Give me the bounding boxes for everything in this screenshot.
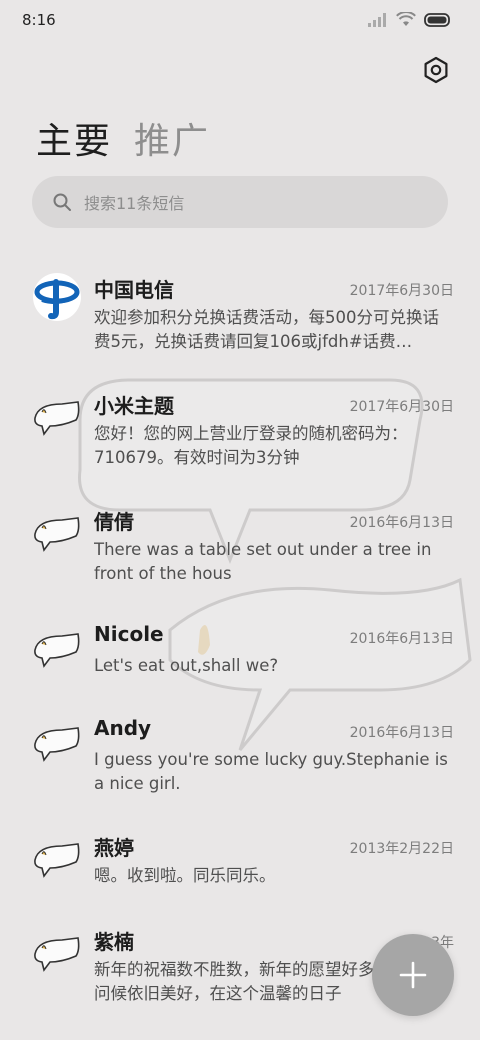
tab-primary[interactable]: 主要: [36, 112, 112, 164]
cartoon-avatar-icon: [34, 517, 80, 552]
message-date: 2017年6月30日: [349, 283, 454, 299]
message-date: 2013年2月22日: [349, 841, 454, 857]
cartoon-avatar-icon: [34, 937, 80, 972]
contact-name: 紫楠: [94, 930, 134, 954]
cartoon-avatar-icon: [34, 633, 80, 668]
battery-icon: [424, 12, 450, 27]
conversation-item[interactable]: 中国电信 2017年6月30日 欢迎参加积分兑换话费活动，每500分可兑换话费5…: [0, 262, 480, 378]
new-message-button[interactable]: [372, 934, 454, 1016]
message-preview: 欢迎参加积分兑换话费活动，每500分可兑换话费5元，兑换话费请回复106或jfd…: [94, 308, 439, 351]
contact-name: 燕婷: [94, 836, 134, 860]
contact-name: Nicole: [94, 622, 164, 646]
cartoon-avatar-icon: [34, 727, 80, 762]
contact-name: Andy: [94, 716, 152, 740]
status-bar: 8:16: [0, 0, 480, 44]
conversation-item[interactable]: Andy 2016年6月13日 I guess you're some luck…: [0, 704, 480, 820]
message-preview: I guess you're some lucky guy.Stephanie …: [94, 750, 448, 793]
message-date: 2016年6月13日: [349, 515, 454, 531]
message-date: 2017年6月30日: [349, 399, 454, 415]
status-time: 8:16: [22, 11, 56, 29]
settings-icon[interactable]: [422, 56, 450, 84]
plus-icon: [399, 961, 427, 989]
contact-name: 小米主题: [94, 394, 174, 418]
cartoon-avatar-icon: [34, 401, 80, 436]
conversation-item[interactable]: 燕婷 2013年2月22日 嗯。收到啦。同乐同乐。: [0, 820, 480, 914]
china-telecom-logo-icon: [33, 273, 81, 321]
message-preview: Let's eat out,shall we?: [94, 656, 279, 675]
conversation-item[interactable]: 小米主题 2017年6月30日 您好！您的网上营业厅登录的随机密码为：71067…: [0, 378, 480, 494]
contact-name: 中国电信: [94, 278, 174, 302]
search-placeholder: 搜索11条短信: [84, 194, 185, 213]
conversation-item[interactable]: Nicole 2016年6月13日 Let's eat out,shall we…: [0, 610, 480, 704]
message-date: 2016年6月13日: [349, 631, 454, 647]
message-date: 2016年6月13日: [349, 725, 454, 741]
message-preview: There was a table set out under a tree i…: [94, 540, 432, 583]
tab-promotions[interactable]: 推广: [134, 112, 210, 164]
message-preview: 嗯。收到啦。同乐同乐。: [94, 866, 276, 885]
status-icons: [368, 12, 452, 27]
contact-name: 倩倩: [94, 510, 134, 534]
cartoon-avatar-icon: [34, 843, 80, 878]
message-preview: 您好！您的网上营业厅登录的随机密码为：710679。有效时间为3分钟: [94, 424, 408, 467]
search-bar[interactable]: 搜索11条短信: [32, 176, 448, 228]
tab-bar: 主要 推广: [36, 112, 210, 164]
signal-icon: [368, 12, 386, 27]
conversation-item[interactable]: 倩倩 2016年6月13日 There was a table set out …: [0, 494, 480, 610]
search-icon: [53, 193, 71, 211]
wifi-icon: [396, 12, 416, 26]
